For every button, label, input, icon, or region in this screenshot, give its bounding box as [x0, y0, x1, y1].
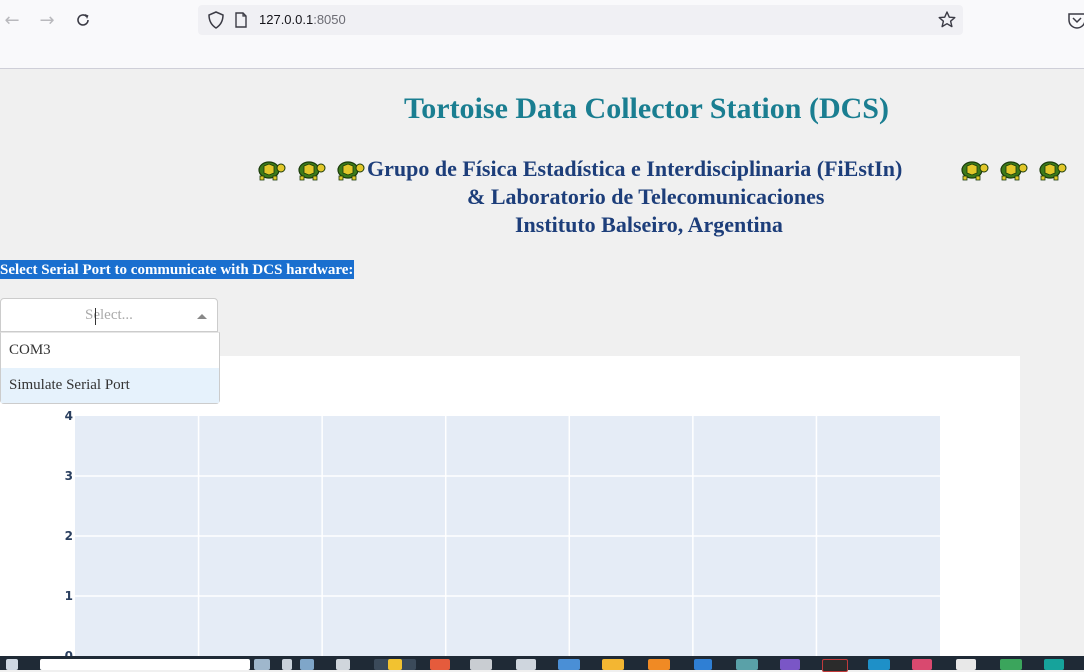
y-tick-label: 3: [65, 469, 73, 483]
taskbar: [0, 656, 1084, 672]
taskbar-app-icon[interactable]: [694, 659, 712, 670]
turtle-icon: [298, 161, 326, 181]
reload-icon[interactable]: [72, 9, 94, 31]
y-tick-label: 2: [65, 529, 73, 543]
taskbar-app-icon[interactable]: [430, 659, 450, 670]
text-cursor: [95, 308, 96, 325]
browser-toolbar: ← → 127.0.0.1:8050: [0, 0, 1084, 69]
taskbar-app-icon[interactable]: [300, 659, 314, 670]
pocket-icon[interactable]: [1066, 9, 1084, 31]
taskbar-search-box[interactable]: [40, 659, 250, 670]
option-simulate-serial-port[interactable]: Simulate Serial Port: [1, 368, 219, 403]
taskbar-app-icon[interactable]: [780, 659, 800, 670]
turtle-icon: [337, 161, 365, 181]
weather-icon[interactable]: [254, 659, 270, 670]
back-icon[interactable]: ←: [1, 9, 23, 31]
url-bar[interactable]: 127.0.0.1:8050: [198, 5, 963, 35]
option-com3[interactable]: COM3: [1, 333, 219, 368]
taskbar-app-icon[interactable]: [602, 659, 624, 670]
taskbar-app-icon[interactable]: [1000, 659, 1022, 670]
turtle-icon: [1000, 161, 1028, 181]
taskbar-app-icon[interactable]: [388, 659, 402, 670]
turtle-icon: [258, 161, 286, 181]
turtle-icon: [1039, 161, 1067, 181]
taskbar-app-icon[interactable]: [282, 659, 292, 670]
taskbar-app-icon[interactable]: [336, 659, 350, 670]
page-info-icon[interactable]: [232, 11, 250, 29]
taskbar-app-icon[interactable]: [648, 659, 670, 670]
y-tick-label: 0: [65, 649, 73, 656]
dropdown-control[interactable]: Select...: [0, 298, 218, 332]
y-tick-label: 1: [65, 589, 73, 603]
url-text: 127.0.0.1:8050: [259, 12, 346, 27]
subtitle-group: Grupo de Física Estadística e Interdisci…: [367, 156, 903, 181]
bookmark-star-icon[interactable]: [937, 10, 957, 30]
taskbar-app-icon[interactable]: [868, 659, 890, 670]
caret-up-icon[interactable]: [197, 314, 207, 319]
taskbar-app-icon[interactable]: [956, 659, 976, 670]
page-title: Tortoise Data Collector Station (DCS): [404, 92, 889, 125]
shield-icon[interactable]: [206, 10, 226, 30]
start-icon[interactable]: [6, 659, 18, 670]
taskbar-app-icon[interactable]: [470, 659, 492, 670]
taskbar-app-icon[interactable]: [822, 659, 848, 672]
dropdown-placeholder: Select...: [85, 307, 133, 323]
taskbar-app-icon[interactable]: [1044, 659, 1064, 670]
serial-port-dropdown[interactable]: Select... COM3 Simulate Serial Port: [0, 298, 220, 404]
serial-port-label: Select Serial Port to communicate with D…: [0, 260, 355, 279]
subtitle-institute: Instituto Balseiro, Argentina: [515, 212, 783, 237]
taskbar-app-icon[interactable]: [912, 659, 932, 670]
page-content: Tortoise Data Collector Station (DCS) Gr…: [0, 90, 1084, 656]
taskbar-app-icon[interactable]: [516, 659, 536, 670]
y-tick-label: 4: [65, 409, 73, 423]
dropdown-menu: COM3 Simulate Serial Port: [0, 332, 220, 404]
taskbar-app-icon[interactable]: [736, 659, 758, 670]
taskbar-app-icon[interactable]: [558, 659, 580, 670]
forward-icon[interactable]: →: [36, 9, 58, 31]
turtle-icon: [961, 161, 989, 181]
subtitle-lab: & Laboratorio de Telecomunicaciones: [467, 184, 825, 209]
